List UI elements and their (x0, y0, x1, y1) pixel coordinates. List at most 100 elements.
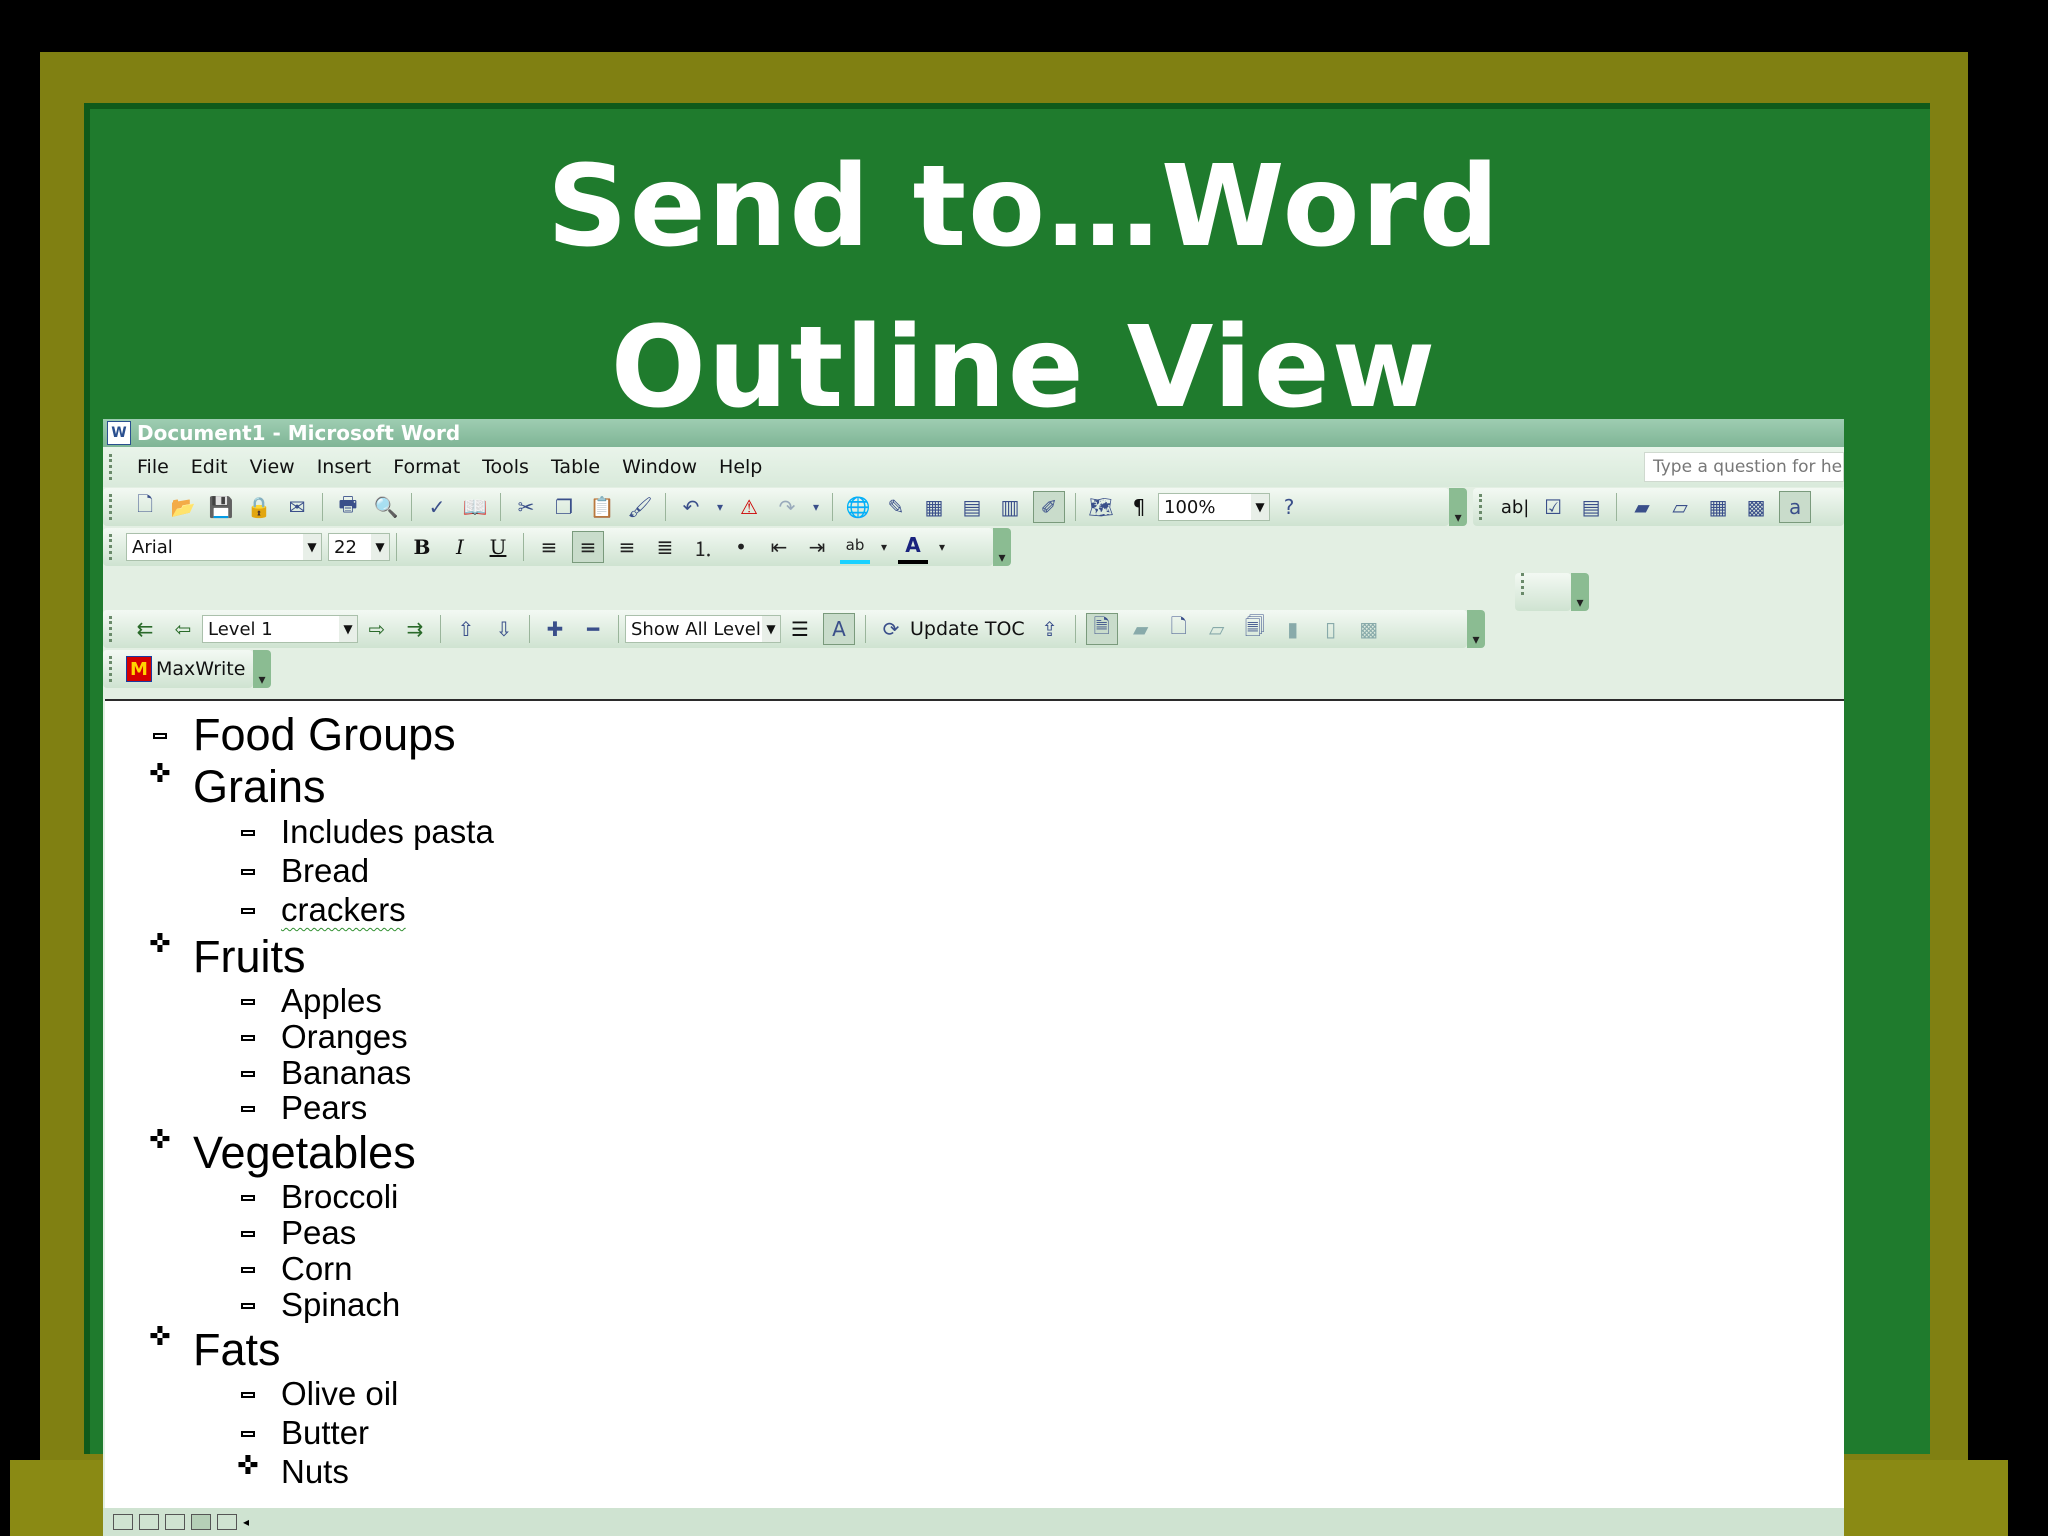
cut-icon[interactable]: ✂ (511, 492, 541, 522)
go-to-toc-icon[interactable]: ⇪ (1035, 614, 1065, 644)
outline-item[interactable]: Butter (281, 1414, 369, 1452)
outline-item[interactable]: Includes pasta (281, 813, 494, 851)
copy-icon[interactable]: ❐ (549, 492, 579, 522)
underline-button[interactable]: U (483, 532, 513, 562)
promote-to-heading-1-icon[interactable]: ⇇ (130, 614, 160, 644)
reading-layout-view-icon[interactable] (217, 1514, 237, 1530)
dropdown-form-field-icon[interactable]: ▤ (1576, 492, 1606, 522)
collapse-minus-icon[interactable] (241, 1035, 255, 1041)
drawing-icon[interactable]: ✐ (1033, 491, 1065, 523)
form-field-options-icon[interactable]: ▰ (1627, 492, 1657, 522)
font-color-dropdown-icon[interactable]: ▾ (936, 532, 948, 562)
chevron-down-icon[interactable]: ▼ (1251, 494, 1269, 520)
insert-excel-icon[interactable]: ▤ (957, 492, 987, 522)
numbering-icon[interactable]: ⒈ (688, 532, 718, 562)
form-shading-icon[interactable]: ▩ (1741, 492, 1771, 522)
collapse-minus-icon[interactable] (241, 999, 255, 1005)
outline-item[interactable]: Olive oil (281, 1375, 398, 1413)
undo-icon[interactable]: ↶ (676, 492, 706, 522)
save-icon[interactable]: 💾 (206, 492, 236, 522)
highlight-dropdown-icon[interactable]: ▾ (878, 532, 890, 562)
align-left-icon[interactable]: ≡ (534, 532, 564, 562)
chevron-down-icon[interactable]: ▼ (303, 534, 321, 560)
collapse-minus-icon[interactable] (241, 1431, 255, 1437)
warning-icon[interactable]: ⚠ (734, 492, 764, 522)
collapse-minus-icon[interactable] (241, 1195, 255, 1201)
email-icon[interactable]: ✉ (282, 492, 312, 522)
menu-file[interactable]: File (126, 456, 180, 478)
outline-heading-fats[interactable]: Fats (193, 1324, 281, 1376)
protect-form-icon[interactable]: a (1779, 491, 1812, 523)
move-down-icon[interactable]: ⇩ (489, 614, 519, 644)
show-formatting-icon[interactable]: A (823, 613, 855, 645)
print-icon[interactable]: 🖶 (333, 492, 363, 522)
ask-question-input[interactable]: Type a question for he (1644, 452, 1844, 482)
highlight-icon[interactable]: ab (840, 530, 870, 564)
outline-item[interactable]: Peas (281, 1214, 356, 1252)
paste-icon[interactable]: 📋 (587, 492, 617, 522)
outline-item[interactable]: Apples (281, 982, 382, 1020)
menu-table[interactable]: Table (540, 456, 611, 478)
collapse-subdocuments-icon[interactable]: ▰ (1126, 614, 1156, 644)
font-color-icon[interactable]: A (898, 530, 928, 564)
menu-window[interactable]: Window (611, 456, 708, 478)
insert-subdocument-icon[interactable]: 🗐 (1240, 614, 1270, 644)
menu-view[interactable]: View (239, 456, 306, 478)
promote-icon[interactable]: ⇦ (168, 614, 198, 644)
expand-plus-icon[interactable]: ✜ (237, 1453, 259, 1479)
italic-button[interactable]: I (445, 532, 475, 562)
expand-plus-icon[interactable]: ✜ (149, 931, 171, 957)
insert-frame-icon[interactable]: ▦ (1703, 492, 1733, 522)
update-toc-icon[interactable]: ⟳ (876, 614, 906, 644)
merge-subdocument-icon[interactable]: ▮ (1278, 614, 1308, 644)
draw-table-icon[interactable]: ▱ (1665, 492, 1695, 522)
show-first-line-only-icon[interactable]: ☰ (785, 614, 815, 644)
outline-item[interactable]: crackers (281, 891, 406, 929)
outline-view-icon[interactable] (191, 1514, 211, 1530)
show-level-combo[interactable]: Show All Level ▼ (625, 615, 781, 643)
toolbar-options-icon[interactable]: ▾ (1467, 610, 1485, 648)
chevron-down-icon[interactable]: ▼ (339, 616, 357, 642)
expand-plus-icon[interactable]: ✜ (149, 761, 171, 787)
toolbar-grip[interactable] (109, 494, 118, 520)
outline-heading-vegetables[interactable]: Vegetables (193, 1127, 416, 1179)
font-size-combo[interactable]: 22 ▼ (328, 533, 390, 561)
toolbar-grip[interactable] (1479, 494, 1488, 520)
bold-button[interactable]: B (407, 532, 437, 562)
expand-icon[interactable]: ✚ (540, 614, 570, 644)
collapse-minus-icon[interactable] (153, 733, 167, 739)
menu-edit[interactable]: Edit (180, 456, 239, 478)
outline-item[interactable]: Oranges (281, 1018, 408, 1056)
expand-plus-icon[interactable]: ✜ (149, 1324, 171, 1350)
collapse-minus-icon[interactable] (241, 1392, 255, 1398)
outline-level-combo[interactable]: Level 1 ▼ (202, 615, 358, 643)
zoom-combo[interactable]: 100% ▼ (1158, 493, 1270, 521)
print-preview-icon[interactable]: 🔍 (371, 492, 401, 522)
checkbox-form-field-icon[interactable]: ☑ (1538, 492, 1568, 522)
menu-format[interactable]: Format (382, 456, 471, 478)
demote-icon[interactable]: ⇨ (362, 614, 392, 644)
columns-icon[interactable]: ▥ (995, 492, 1025, 522)
outline-item[interactable]: Corn (281, 1250, 353, 1288)
redo-icon[interactable]: ↷ (772, 492, 802, 522)
remove-subdocument-icon[interactable]: ▱ (1202, 614, 1232, 644)
outline-heading-food-groups[interactable]: Food Groups (193, 709, 456, 761)
collapse-minus-icon[interactable] (241, 1106, 255, 1112)
toolbar-grip[interactable] (1521, 573, 1524, 595)
outline-item[interactable]: Bananas (281, 1054, 411, 1092)
help-icon[interactable]: ? (1274, 492, 1304, 522)
show-hide-icon[interactable]: ¶ (1124, 492, 1154, 522)
toolbar-grip[interactable] (109, 656, 118, 682)
web-layout-view-icon[interactable] (139, 1514, 159, 1530)
format-painter-icon[interactable]: 🖌 (625, 492, 655, 522)
maxwrite-button[interactable]: MaxWrite (156, 658, 245, 680)
document-page[interactable]: Food Groups ✜ Grains Includes pasta Brea… (105, 699, 1844, 1511)
toolbar-options-icon[interactable]: ▾ (253, 650, 271, 688)
insert-table-icon[interactable]: ▦ (919, 492, 949, 522)
toolbar-grip[interactable] (109, 454, 118, 480)
outline-heading-grains[interactable]: Grains (193, 761, 326, 813)
justify-icon[interactable]: ≣ (650, 532, 680, 562)
menu-insert[interactable]: Insert (306, 456, 383, 478)
spelling-icon[interactable]: ✓ (422, 492, 452, 522)
menu-help[interactable]: Help (708, 456, 773, 478)
